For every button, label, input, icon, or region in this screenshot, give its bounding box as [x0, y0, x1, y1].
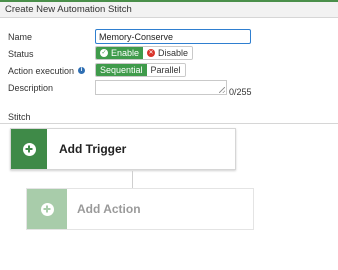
add-trigger-label: Add Trigger: [59, 142, 127, 156]
x-circle-icon: ✕: [147, 49, 156, 57]
add-trigger-card[interactable]: Add Trigger: [10, 128, 236, 170]
stitch-section-title: Stitch: [8, 112, 31, 122]
description-textarea[interactable]: [95, 80, 227, 95]
parallel-option[interactable]: Parallel: [146, 64, 185, 76]
resize-handle-icon[interactable]: [219, 87, 225, 93]
page-title: Create New Automation Stitch: [0, 2, 338, 18]
status-enable-option[interactable]: ✓ Enable: [96, 47, 144, 59]
plus-circle-icon: [40, 202, 54, 216]
plus-circle-icon: [22, 142, 36, 156]
sequential-option[interactable]: Sequential: [96, 64, 147, 76]
name-input[interactable]: [95, 29, 251, 44]
name-label: Name: [8, 32, 33, 42]
status-disable-label: Disable: [158, 48, 189, 58]
description-char-counter: 0/255: [229, 87, 252, 97]
status-disable-option[interactable]: ✕ Disable: [143, 47, 193, 59]
add-action-label: Add Action: [77, 202, 141, 216]
add-action-icon-box: [27, 189, 67, 229]
status-toggle: ✓ Enable ✕ Disable: [95, 46, 194, 60]
info-icon[interactable]: i: [78, 67, 85, 74]
description-label: Description: [8, 83, 54, 93]
section-divider: [0, 123, 338, 124]
stitch-connector-line: [132, 171, 133, 188]
add-action-card[interactable]: Add Action: [26, 188, 254, 230]
status-label: Status: [8, 49, 34, 59]
add-trigger-icon-box: [11, 129, 47, 169]
status-enable-label: Enable: [111, 48, 140, 58]
action-execution-toggle: Sequential Parallel: [95, 63, 186, 77]
check-circle-icon: ✓: [100, 49, 108, 57]
action-execution-label: Action execution: [8, 66, 75, 76]
